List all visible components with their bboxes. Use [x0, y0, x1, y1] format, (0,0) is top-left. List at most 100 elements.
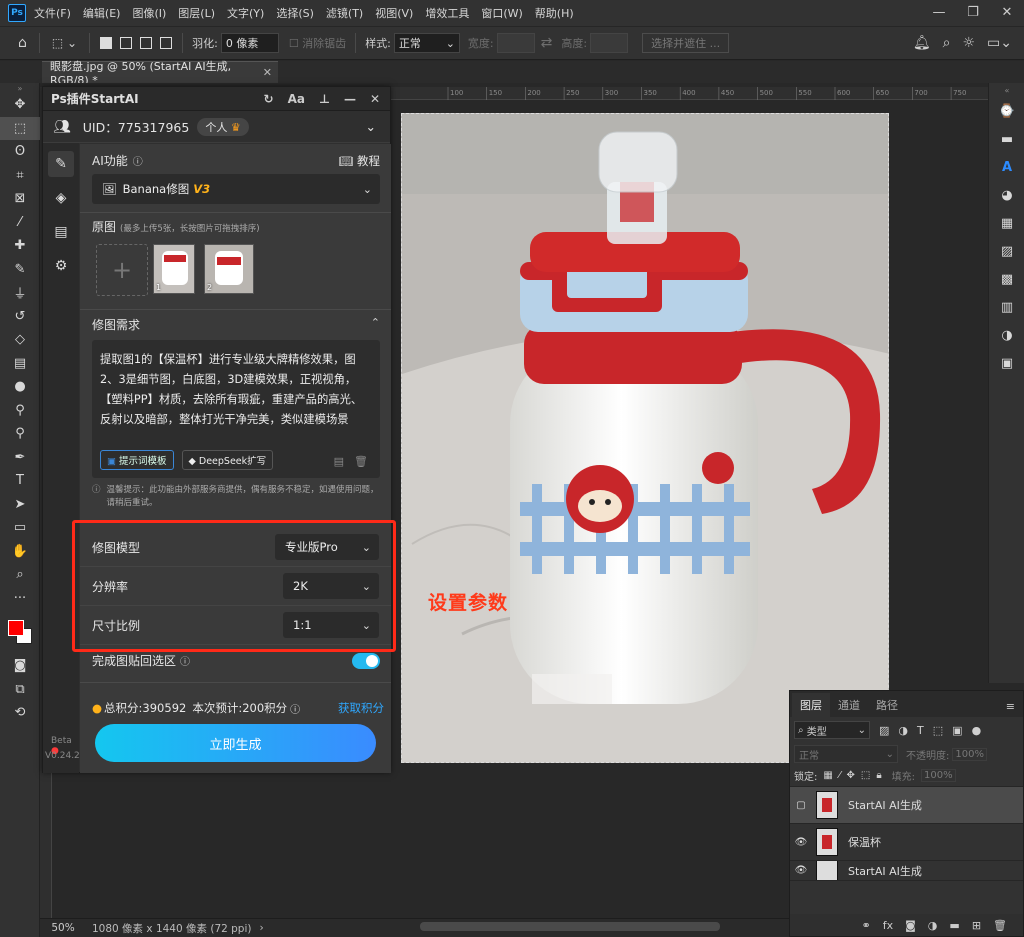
layer-name[interactable]: StartAI AI生成 — [848, 797, 922, 813]
pixel-filter-icon[interactable]: ▨ — [879, 724, 889, 737]
shape-filter-icon[interactable]: ⬚ — [933, 724, 943, 737]
bell-icon[interactable]: 🔔︎ — [913, 35, 931, 51]
discover-icon[interactable]: ☼ — [962, 35, 975, 51]
quick-mask-icon[interactable]: ◙ — [0, 654, 40, 678]
trash-icon[interactable]: 🗑︎ — [354, 455, 368, 468]
gradient-tool-icon[interactable]: ▤ — [0, 352, 40, 376]
eyedropper-tool-icon[interactable]: ⁄ — [0, 211, 40, 235]
home-icon[interactable]: ⌂ — [18, 35, 27, 51]
document-canvas[interactable] — [401, 113, 889, 763]
prompt-template-button[interactable]: ▣ 提示词模板 — [100, 450, 174, 470]
thumbnail-1[interactable]: 1 — [153, 244, 195, 294]
tab-channels[interactable]: 通道 — [830, 693, 868, 717]
height-input[interactable] — [590, 33, 629, 53]
adjustments-icon[interactable]: ◑ — [989, 321, 1024, 349]
pin-icon[interactable]: ⊥ — [319, 92, 330, 106]
swatches-icon[interactable]: ▦ — [989, 209, 1024, 237]
close-tab-icon[interactable]: ✕ — [263, 66, 272, 79]
settings-icon[interactable]: ⚙ — [48, 253, 74, 279]
blend-mode-select[interactable]: 正常 ⌄ — [794, 745, 898, 763]
layers-stack-icon[interactable]: ◈ — [48, 185, 74, 211]
frame-tool-icon[interactable]: ⊠ — [0, 187, 40, 211]
screen-mode-icon[interactable]: ⧉ — [0, 678, 40, 702]
layer-name[interactable]: StartAI AI生成 — [848, 863, 922, 879]
close-panel-icon[interactable]: ✕ — [370, 92, 380, 106]
swap-icon[interactable]: ⇄ — [541, 35, 553, 51]
brush-tool-icon[interactable]: ✎ — [0, 258, 40, 282]
opacity-value[interactable]: 100% — [952, 747, 987, 761]
more-tools-icon[interactable]: ··· — [0, 587, 40, 611]
layer-row[interactable]: 👁︎ StartAI AI生成 — [790, 861, 1023, 881]
layer-filter-select[interactable]: ⌕ 类型 ⌄ — [794, 721, 870, 739]
thumbnail-2[interactable]: 2 — [204, 244, 254, 294]
menu-layer[interactable]: 图层(L) — [178, 5, 215, 21]
new-selection-icon[interactable] — [100, 37, 113, 49]
layer-row[interactable]: ▢ StartAI AI生成 — [790, 787, 1023, 824]
close-window-button[interactable]: ✕ — [990, 0, 1024, 26]
deepseek-button[interactable]: ◆ DeepSeek扩写 — [181, 450, 274, 470]
zoom-tool-icon[interactable]: ⌕ — [0, 563, 40, 587]
feather-input[interactable]: 0 像素 — [220, 33, 279, 53]
path-select-icon[interactable]: ➤ — [0, 493, 40, 517]
paste-back-toggle[interactable] — [352, 652, 380, 669]
lock-paint-icon[interactable]: ⁄ — [839, 770, 841, 781]
lasso-tool-icon[interactable]: ʘ — [0, 140, 40, 164]
foreground-color-swatch[interactable] — [8, 620, 24, 636]
menu-filter[interactable]: 滤镜(T) — [326, 5, 363, 21]
antialias-checkbox[interactable]: ☐ 消除锯齿 — [289, 35, 346, 51]
eye-icon[interactable]: 👁︎ — [790, 837, 812, 848]
eraser-tool-icon[interactable]: ◇ — [0, 328, 40, 352]
menu-view[interactable]: 视图(V) — [375, 5, 413, 21]
font-size-icon[interactable]: Aa — [288, 92, 305, 106]
history-icon[interactable]: ⌚ — [989, 97, 1024, 125]
select-and-mask-button[interactable]: 选择并遮住 ... — [642, 33, 730, 53]
workspace-icon[interactable]: ▭⌄ — [987, 35, 1012, 51]
gradients-icon[interactable]: ▨ — [989, 237, 1024, 265]
lock-all-icon[interactable]: 🔒︎ — [876, 770, 881, 781]
panel-menu-icon[interactable]: ≡ — [998, 696, 1023, 717]
tab-paths[interactable]: 路径 — [868, 693, 906, 717]
prompt-textarea[interactable]: 提取图1的【保温杯】进行专业级大牌精修效果，图2、3是细节图，白底图，3D建模效… — [92, 340, 380, 478]
get-points-link[interactable]: 获取积分 — [338, 700, 384, 716]
generate-button[interactable]: 立即生成 — [95, 724, 376, 762]
group-icon[interactable]: ▬ — [949, 919, 959, 932]
collapse-icon[interactable]: « — [989, 83, 1024, 97]
clipboard-icon[interactable]: ▤ — [48, 219, 74, 245]
tab-layers[interactable]: 图层 — [792, 693, 830, 717]
startai-plugin-icon[interactable]: A — [989, 153, 1024, 181]
add-mask-icon[interactable]: ◙ — [905, 919, 916, 932]
info-icon[interactable]: ⓘ — [290, 701, 300, 716]
fx-icon[interactable]: fx — [883, 919, 893, 932]
adjustment-filter-icon[interactable]: ◑ — [898, 724, 908, 737]
filter-toggle-icon[interactable]: ● — [972, 724, 982, 737]
add-selection-icon[interactable] — [120, 37, 133, 49]
edit-icon[interactable]: ✎ — [48, 151, 74, 177]
lock-pixels-icon[interactable]: ▦ — [823, 770, 832, 781]
user-info-row[interactable]: 👥︎ UID：775317965 个人 ♛ ⌄ — [43, 111, 390, 143]
style-select[interactable]: 正常 ⌄ — [393, 33, 460, 53]
healing-tool-icon[interactable]: ✚ — [0, 234, 40, 258]
dodge-tool-icon[interactable]: ⚲ — [0, 399, 40, 423]
tutorial-link[interactable]: 📖︎ 教程 — [339, 153, 380, 169]
document-tab[interactable]: 眼影盘.jpg @ 50% (StartAI AI生成, RGB/8) * ✕ — [42, 60, 278, 87]
history-brush-icon[interactable]: ↺ — [0, 305, 40, 329]
lock-position-icon[interactable]: ✥ — [847, 770, 855, 781]
type-filter-icon[interactable]: T — [917, 724, 924, 737]
libraries-icon[interactable]: ▥ — [989, 293, 1024, 321]
patterns-icon[interactable]: ▩ — [989, 265, 1024, 293]
minimize-panel-icon[interactable]: — — [344, 92, 356, 106]
rectangle-tool-icon[interactable]: ▭ — [0, 516, 40, 540]
smart-filter-icon[interactable]: ▣ — [952, 724, 962, 737]
zoom-level[interactable]: 50% — [40, 922, 86, 934]
menu-window[interactable]: 窗口(W) — [481, 5, 522, 21]
link-layers-icon[interactable]: ⚭ — [862, 919, 871, 932]
collapse-icon[interactable]: » — [0, 83, 40, 93]
fill-value[interactable]: 100% — [921, 769, 956, 782]
search-icon[interactable]: ⌕ — [943, 35, 951, 51]
comments-icon[interactable]: ▬ — [989, 125, 1024, 153]
new-layer-icon[interactable]: ⊞ — [972, 919, 981, 932]
restore-button[interactable]: ❐ — [956, 0, 990, 26]
refresh-icon[interactable]: ↻ — [264, 92, 274, 106]
generative-icon[interactable]: ⟲ — [0, 701, 40, 725]
layer-row[interactable]: 👁︎ 保温杯 — [790, 824, 1023, 861]
